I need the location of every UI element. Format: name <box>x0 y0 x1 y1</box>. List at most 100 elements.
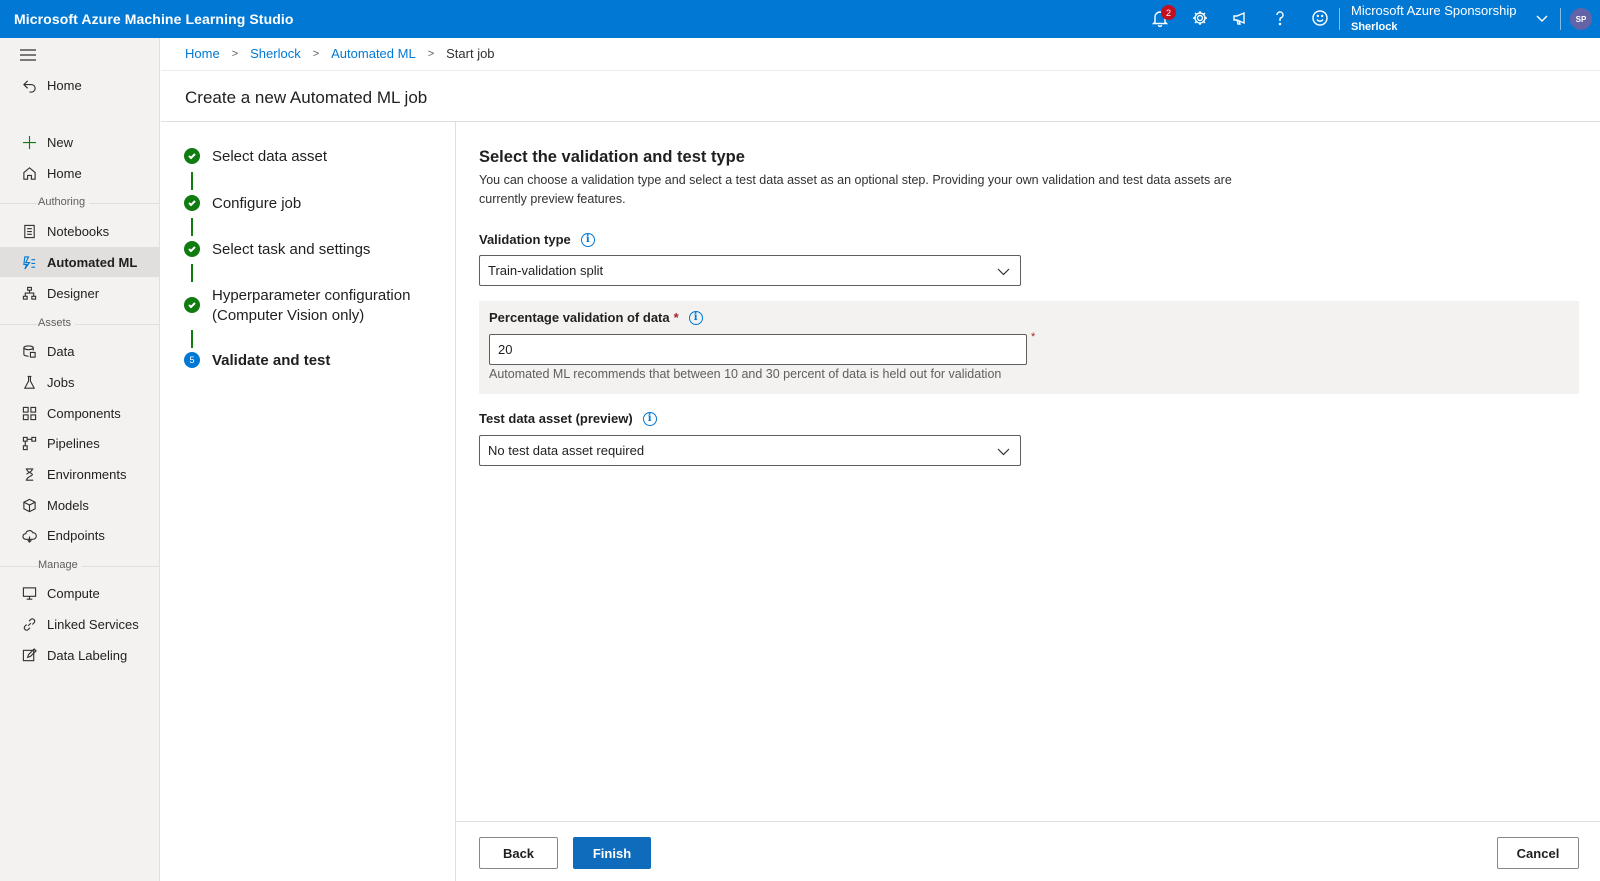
check-icon <box>184 297 200 313</box>
sidebar-item-compute[interactable]: Compute <box>0 578 160 608</box>
step-label: Configure job <box>212 195 302 212</box>
step-connector <box>191 264 193 282</box>
monitor-icon <box>21 585 37 601</box>
sidebar-item-new[interactable]: New <box>0 127 160 157</box>
topbar-divider <box>1560 8 1561 30</box>
sidebar-item-environments[interactable]: Environments <box>0 459 160 489</box>
home-icon <box>21 165 37 181</box>
breadcrumb-automated-ml[interactable]: Automated ML <box>331 46 416 61</box>
steps-divider <box>455 122 456 881</box>
step-label: Select data asset <box>212 148 328 165</box>
percentage-input[interactable]: 20 <box>489 334 1027 365</box>
percentage-helper-text: Automated ML recommends that between 10 … <box>489 367 1002 381</box>
step-connector <box>191 218 193 236</box>
percentage-label: Percentage validation of data * i <box>489 310 703 325</box>
chevron-down-icon[interactable] <box>1535 11 1549 28</box>
chevron-right-icon: > <box>312 47 320 60</box>
topbar-divider <box>1339 8 1340 30</box>
chevron-right-icon: > <box>231 47 239 60</box>
step-connector <box>191 330 193 348</box>
notification-count-badge: 2 <box>1161 5 1176 20</box>
chevron-right-icon: > <box>427 47 435 60</box>
validation-type-label: Validation type i <box>479 232 595 247</box>
footer-divider <box>456 821 1600 822</box>
sidebar-item-linked-services[interactable]: Linked Services <box>0 609 160 639</box>
sidebar-item-components[interactable]: Components <box>0 398 160 428</box>
settings-button[interactable] <box>1180 0 1220 38</box>
cube-icon <box>21 497 37 513</box>
page-title: Create a new Automated ML job <box>185 88 428 107</box>
sidebar-item-label: Linked Services <box>47 616 139 632</box>
account-switcher[interactable]: Microsoft Azure Sponsorship Sherlock <box>1351 3 1516 35</box>
step-validate-and-test[interactable]: 5 Validate and test <box>184 351 330 371</box>
sidebar-item-home[interactable]: Home <box>0 158 160 188</box>
cancel-button[interactable]: Cancel <box>1497 837 1579 869</box>
step-select-task[interactable]: Select task and settings <box>184 240 370 260</box>
sidebar-item-label: Home <box>47 77 82 93</box>
breadcrumb-workspace[interactable]: Sherlock <box>250 46 301 61</box>
notebook-icon <box>21 223 37 239</box>
test-data-dropdown[interactable]: No test data asset required <box>479 435 1021 466</box>
finish-button[interactable]: Finish <box>573 837 651 869</box>
step-hyperparameter[interactable]: Hyperparameter configuration (Computer V… <box>184 286 424 326</box>
sidebar-item-label: Endpoints <box>47 527 105 543</box>
hamburger-menu-icon[interactable] <box>20 48 36 65</box>
breadcrumb: Home > Sherlock > Automated ML > Start j… <box>185 46 495 61</box>
nav-section-manage: Manage <box>38 559 82 571</box>
app-title[interactable]: Microsoft Azure Machine Learning Studio <box>14 11 294 27</box>
sidebar-item-data[interactable]: Data <box>0 336 160 366</box>
sidebar-item-home-back[interactable]: Home <box>0 70 160 100</box>
step-configure-job[interactable]: Configure job <box>184 194 301 214</box>
sidebar-item-label: Notebooks <box>47 223 110 239</box>
sidebar-item-label: Jobs <box>47 374 75 390</box>
nav-section-authoring: Authoring <box>38 196 90 208</box>
sidebar-item-models[interactable]: Models <box>0 490 160 520</box>
announcements-button[interactable] <box>1220 0 1260 38</box>
check-icon <box>184 241 200 257</box>
sidebar-item-designer[interactable]: Designer <box>0 278 160 308</box>
sidebar-item-data-labeling[interactable]: Data Labeling <box>0 640 160 670</box>
step-label: Select task and settings <box>212 241 371 258</box>
smiley-icon <box>1311 9 1329 30</box>
breadcrumb-home[interactable]: Home <box>185 46 220 61</box>
sidebar-item-pipelines[interactable]: Pipelines <box>0 428 160 458</box>
step-select-data-asset[interactable]: Select data asset <box>184 147 327 167</box>
info-icon[interactable]: i <box>580 232 595 247</box>
megaphone-icon <box>1231 9 1249 30</box>
notifications-button[interactable]: 2 <box>1140 0 1180 38</box>
dropdown-value: No test data asset required <box>488 443 645 458</box>
feedback-button[interactable] <box>1300 0 1340 38</box>
validation-type-dropdown[interactable]: Train-validation split <box>479 255 1021 286</box>
pipelines-icon <box>21 435 37 451</box>
test-data-label: Test data asset (preview) i <box>479 411 657 426</box>
step-label: Validate and test <box>212 352 331 369</box>
sidebar-item-label: Pipelines <box>47 435 100 451</box>
sidebar-item-notebooks[interactable]: Notebooks <box>0 216 160 246</box>
step-connector <box>191 172 193 190</box>
sidebar-item-label: Data Labeling <box>47 647 128 663</box>
step-label: Hyperparameter configuration (Computer V… <box>212 287 411 324</box>
required-mark: * <box>1031 331 1036 343</box>
sidebar-item-automated-ml[interactable]: Automated ML <box>0 247 160 277</box>
help-button[interactable] <box>1260 0 1300 38</box>
automl-icon <box>21 254 37 270</box>
sidebar-item-endpoints[interactable]: Endpoints <box>0 520 160 550</box>
field-label-text: Percentage validation of data <box>489 310 670 325</box>
header-divider <box>161 121 1600 122</box>
data-icon <box>21 343 37 359</box>
cloud-icon <box>21 527 37 543</box>
avatar[interactable]: SP <box>1570 8 1592 30</box>
section-title: Select the validation and test type <box>479 148 745 166</box>
flask-icon <box>21 374 37 390</box>
sidebar-item-jobs[interactable]: Jobs <box>0 367 160 397</box>
step-number-badge: 5 <box>184 352 200 368</box>
back-button[interactable]: Back <box>479 837 558 869</box>
left-navigation: Home New Home Authoring Notebooks Automa… <box>0 38 160 881</box>
info-icon[interactable]: i <box>688 310 703 325</box>
gear-icon <box>1191 9 1209 30</box>
info-icon[interactable]: i <box>642 411 657 426</box>
topbar-icons: 2 <box>1140 0 1340 38</box>
nav-divider <box>0 324 160 325</box>
plus-icon <box>21 134 37 150</box>
components-icon <box>21 405 37 421</box>
